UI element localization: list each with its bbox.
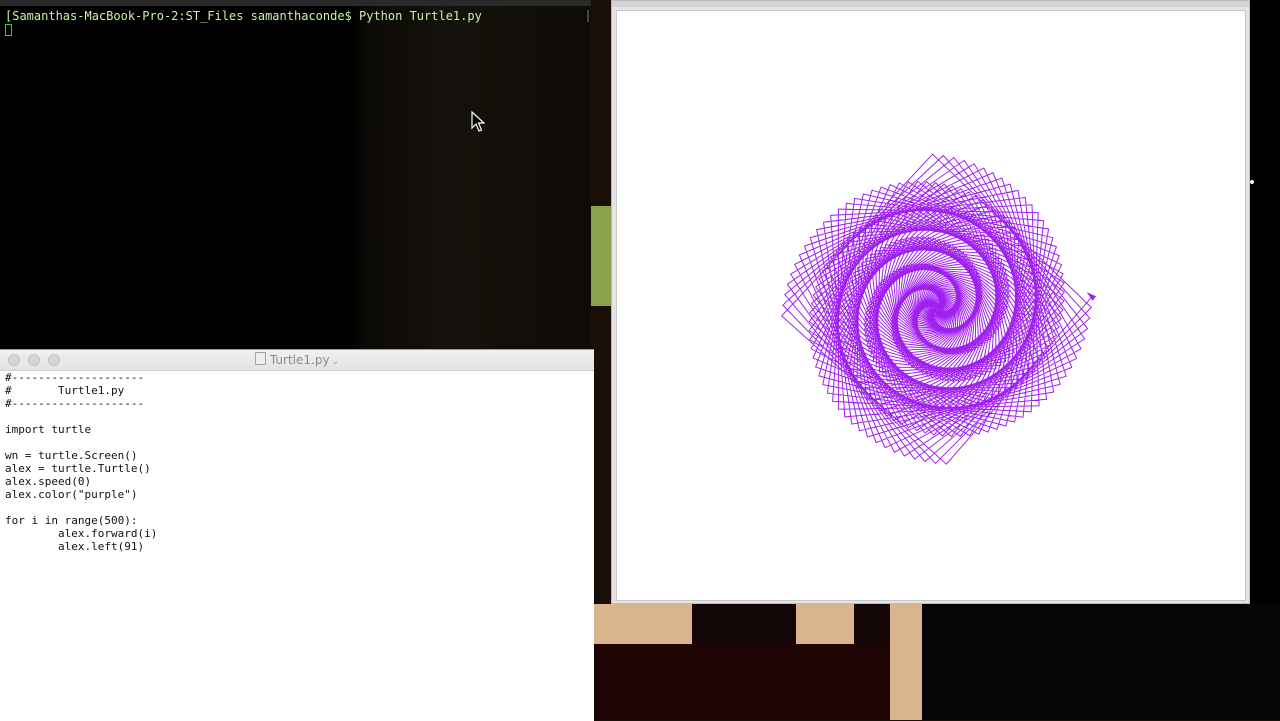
background-shadow — [854, 604, 890, 644]
background-green-patch — [590, 206, 612, 306]
editor-titlebar[interactable]: Turtle1.py ⌄ — [0, 350, 594, 371]
terminal-window[interactable]: [Samanthas-MacBook-Pro-2:ST_Files samant… — [0, 0, 591, 349]
editor-window: Turtle1.py ⌄ #-------------------- # Turtl… — [0, 349, 594, 721]
turtle-window-titlebar[interactable] — [612, 1, 1249, 7]
code-text-area[interactable]: #-------------------- # Turtle1.py #------… — [0, 371, 594, 553]
chevron-down-icon[interactable]: ⌄ — [332, 357, 340, 367]
code-line: import turtle — [5, 423, 92, 436]
spiral-path — [780, 153, 1093, 465]
document-icon — [254, 352, 266, 365]
code-line: #-------------------- — [5, 397, 145, 410]
background-right-edge — [1250, 0, 1280, 604]
code-line: # Turtle1.py — [5, 384, 125, 397]
terminal-scrollbar[interactable] — [587, 10, 589, 22]
code-line: for i in range(500): — [5, 514, 138, 527]
code-line: alex.speed(0) — [5, 475, 92, 488]
mouse-pointer-icon — [471, 111, 485, 132]
turtle-drawing — [780, 153, 1097, 465]
background-black-area — [922, 604, 1280, 720]
turtle-graphics-window — [611, 0, 1250, 604]
background-dark-block — [594, 644, 890, 720]
code-line: #-------------------- — [5, 371, 145, 384]
background-shadow — [692, 604, 796, 644]
edge-dot — [1250, 180, 1254, 184]
terminal-prompt-line: [Samanthas-MacBook-Pro-2:ST_Files samant… — [5, 9, 482, 23]
editor-title-text: Turtle1.py — [269, 353, 330, 367]
code-line: alex = turtle.Turtle() — [5, 462, 151, 475]
turtle-canvas[interactable] — [616, 10, 1246, 601]
editor-title[interactable]: Turtle1.py ⌄ — [0, 352, 594, 367]
code-line: wn = turtle.Screen() — [5, 449, 138, 462]
terminal-cursor — [5, 24, 12, 36]
turtle-arrow-icon — [1086, 292, 1097, 301]
code-line: alex.left(91) — [5, 540, 145, 553]
code-line: alex.color("purple") — [5, 488, 138, 501]
code-line: alex.forward(i) — [5, 527, 158, 540]
